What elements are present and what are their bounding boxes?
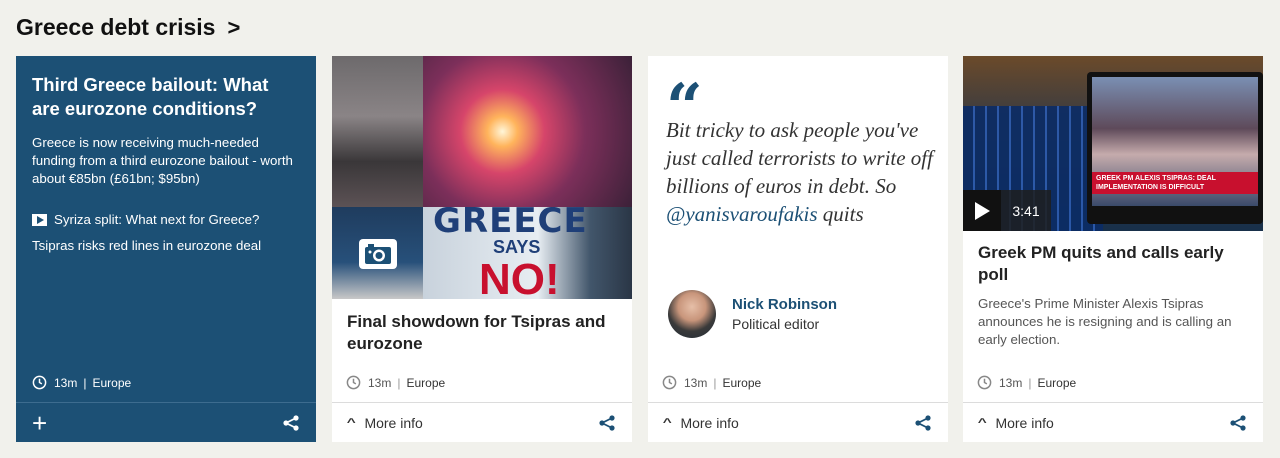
meta-divider: | xyxy=(1028,375,1032,390)
photo-collage[interactable]: GREECE SAYS NO! xyxy=(332,56,632,299)
story-headline[interactable]: Final showdown for Tsipras and eurozone xyxy=(347,311,622,355)
more-info-label: More info xyxy=(995,414,1054,431)
quote-body: Bit tricky to ask people you've just cal… xyxy=(666,118,933,198)
quote-end: quits xyxy=(817,202,864,226)
related-link-label: Syriza split: What next for Greece? xyxy=(54,212,260,227)
more-info-label: More info xyxy=(680,414,739,431)
meta-divider: | xyxy=(83,375,87,390)
card-footer: ^ More info xyxy=(648,402,948,442)
chevron-right-icon: > xyxy=(227,14,241,40)
poster-text: NO! xyxy=(479,255,560,299)
section-link[interactable]: Europe xyxy=(722,376,761,390)
section-link[interactable]: Europe xyxy=(406,376,445,390)
related-link[interactable]: Tsipras risks red lines in eurozone deal xyxy=(32,238,300,253)
story-meta: 13m | Europe xyxy=(32,375,131,390)
author-role: Political editor xyxy=(732,316,820,332)
camera-icon xyxy=(359,239,397,269)
story-meta: 13m | Europe xyxy=(346,375,445,390)
add-icon[interactable]: + xyxy=(32,410,47,436)
news-ticker: GREEK PM ALEXIS TSIPRAS: DEAL IMPLEMENTA… xyxy=(1092,172,1258,194)
photo-riot xyxy=(423,56,632,207)
story-timestamp: 13m xyxy=(684,375,708,390)
story-timestamp: 13m xyxy=(368,375,392,390)
play-video-button[interactable]: 3:41 xyxy=(963,190,1051,231)
ticker-line: IMPLEMENTATION IS DIFFICULT xyxy=(1096,184,1205,191)
related-link-label: Tsipras risks red lines in eurozone deal xyxy=(32,238,262,253)
gallery-story-card[interactable]: GREECE SAYS NO! Final showdown for Tsipr… xyxy=(332,56,632,442)
quote-text: Bit tricky to ask people you've just cal… xyxy=(666,116,942,228)
meta-divider: | xyxy=(713,375,717,390)
card-footer: + xyxy=(16,402,316,442)
story-timestamp: 13m xyxy=(54,375,78,390)
story-headline[interactable]: Greek PM quits and calls early poll xyxy=(978,242,1253,286)
story-timestamp: 13m xyxy=(999,375,1023,390)
section-link[interactable]: Europe xyxy=(1037,376,1076,390)
story-meta: 13m | Europe xyxy=(662,375,761,390)
feature-story-card[interactable]: Third Greece bailout: What are eurozone … xyxy=(16,56,316,442)
quote-card[interactable]: “ Bit tricky to ask people you've just c… xyxy=(648,56,948,442)
story-headline[interactable]: Third Greece bailout: What are eurozone … xyxy=(32,73,300,121)
photo-tsipras xyxy=(332,56,423,207)
photo-poster: GREECE SAYS NO! xyxy=(423,207,632,299)
poster-text: GREECE xyxy=(433,207,588,241)
clock-icon xyxy=(32,375,47,390)
section-link[interactable]: Europe xyxy=(92,376,131,390)
author-avatar xyxy=(668,290,716,338)
more-info-button[interactable]: ^ More info xyxy=(977,414,1054,431)
card-footer: ^ More info xyxy=(963,402,1263,442)
share-icon[interactable] xyxy=(282,414,300,432)
story-summary: Greece's Prime Minister Alexis Tsipras a… xyxy=(978,296,1232,347)
related-link-video[interactable]: Syriza split: What next for Greece? xyxy=(32,212,300,227)
more-info-button[interactable]: ^ More info xyxy=(346,414,423,431)
video-duration: 3:41 xyxy=(1001,190,1051,231)
card-footer: ^ More info xyxy=(332,402,632,442)
more-info-button[interactable]: ^ More info xyxy=(662,414,739,431)
section-title-link[interactable]: Greece debt crisis > xyxy=(16,14,240,41)
chevron-up-icon: ^ xyxy=(346,416,356,429)
more-info-label: More info xyxy=(364,414,423,431)
video-story-card[interactable]: GREEK PM ALEXIS TSIPRAS: DEAL IMPLEMENTA… xyxy=(963,56,1263,442)
meta-divider: | xyxy=(397,375,401,390)
share-icon[interactable] xyxy=(914,414,932,432)
chevron-up-icon: ^ xyxy=(662,416,672,429)
story-meta: 13m | Europe xyxy=(977,375,1076,390)
clock-icon xyxy=(662,375,677,390)
clock-icon xyxy=(346,375,361,390)
tv-screen-image: GREEK PM ALEXIS TSIPRAS: DEAL IMPLEMENTA… xyxy=(1087,72,1263,224)
video-icon xyxy=(32,213,47,226)
twitter-handle-link[interactable]: @yanisvaroufakis xyxy=(666,202,818,226)
video-thumbnail[interactable]: GREEK PM ALEXIS TSIPRAS: DEAL IMPLEMENTA… xyxy=(963,56,1263,231)
story-summary: Greece is now receiving much-needed fund… xyxy=(32,135,293,186)
section-title: Greece debt crisis xyxy=(16,14,216,40)
share-icon[interactable] xyxy=(1229,414,1247,432)
play-icon xyxy=(963,190,1001,231)
author-name[interactable]: Nick Robinson xyxy=(732,296,837,313)
clock-icon xyxy=(977,375,992,390)
chevron-up-icon: ^ xyxy=(977,416,987,429)
share-icon[interactable] xyxy=(598,414,616,432)
ticker-line: GREEK PM ALEXIS TSIPRAS: DEAL xyxy=(1096,175,1216,182)
